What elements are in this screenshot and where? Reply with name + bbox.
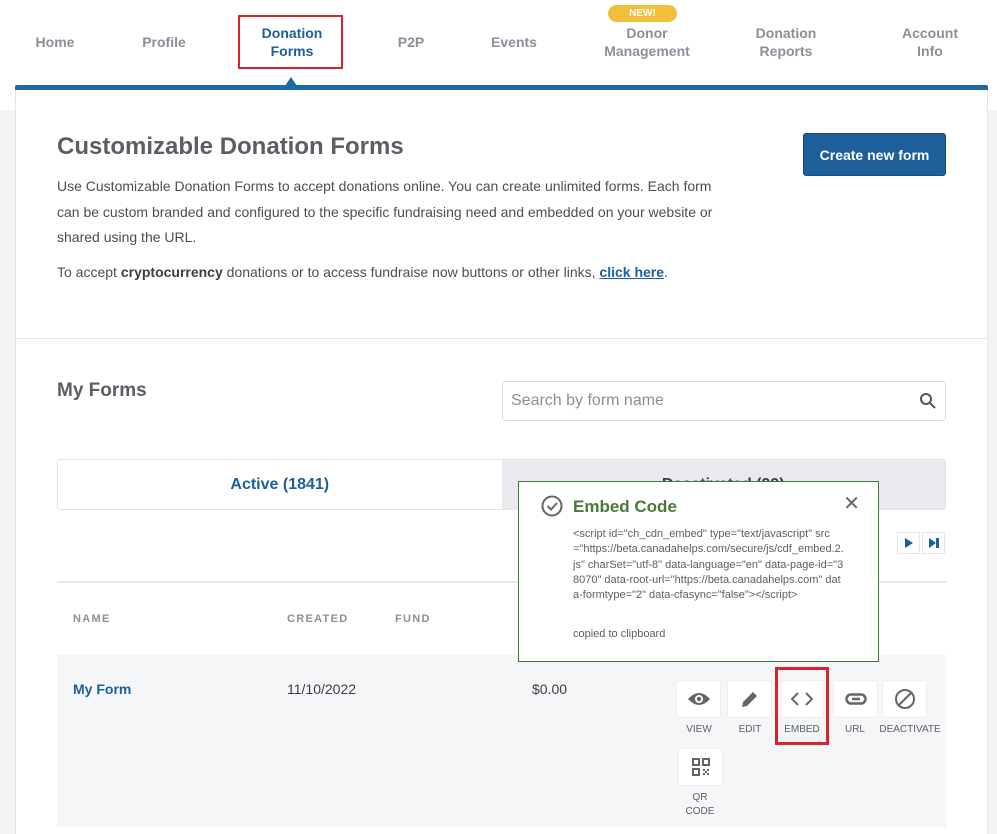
- search-input[interactable]: [511, 392, 919, 410]
- highlight-box: [238, 15, 343, 69]
- link-icon: [844, 693, 867, 705]
- page-title: Customizable Donation Forms: [57, 133, 404, 160]
- my-forms-heading: My Forms: [57, 380, 147, 401]
- crypto-bold: cryptocurrency: [120, 264, 223, 280]
- pencil-icon: [741, 692, 757, 707]
- column-header-name: NAME: [73, 613, 111, 625]
- qr-code-button[interactable]: [678, 748, 723, 786]
- popup-title: Embed Code: [573, 497, 677, 516]
- deactivate-label: DEACTIVATE: [879, 724, 941, 735]
- nav-home[interactable]: Home: [36, 33, 75, 51]
- copied-status: copied to clipboard: [573, 628, 666, 640]
- click-here-link[interactable]: click here: [599, 264, 664, 280]
- create-new-form-button[interactable]: Create new form: [803, 133, 946, 176]
- qr-code-icon: [691, 758, 710, 776]
- crypto-text: To accept: [57, 264, 121, 280]
- crypto-text: .: [664, 264, 668, 280]
- skip-end-icon: [928, 538, 939, 548]
- deactivate-button[interactable]: [882, 680, 927, 718]
- nav-donor-management[interactable]: Donor Management: [604, 24, 690, 60]
- view-label: VIEW: [686, 724, 712, 735]
- embed-code-popup: Embed Code ✕ <script id="ch_cdn_embed" t…: [518, 481, 879, 662]
- edit-label: EDIT: [738, 724, 762, 735]
- nav-donation-reports[interactable]: Donation Reports: [756, 24, 817, 60]
- nav-p2p[interactable]: P2P: [398, 33, 424, 51]
- view-button[interactable]: [676, 680, 721, 718]
- crypto-note: To accept cryptocurrency donations or to…: [57, 264, 668, 280]
- close-icon[interactable]: ✕: [843, 494, 860, 514]
- highlight-box: [775, 667, 829, 745]
- last-page-button[interactable]: [922, 532, 945, 554]
- nav-profile[interactable]: Profile: [142, 33, 186, 51]
- ban-icon: [894, 689, 915, 709]
- nav-events[interactable]: Events: [491, 33, 537, 51]
- embed-code-text[interactable]: <script id="ch_cdn_embed" type="text/jav…: [573, 527, 845, 603]
- check-circle-icon: [541, 495, 563, 517]
- url-label: URL: [844, 724, 866, 735]
- search-icon[interactable]: [919, 392, 937, 410]
- form-name-link[interactable]: My Form: [73, 681, 131, 697]
- column-header-fund: FUND: [395, 613, 431, 625]
- search-box: [502, 381, 946, 421]
- page-description: Use Customizable Donation Forms to accep…: [57, 178, 713, 245]
- eye-icon: [687, 693, 710, 705]
- form-amount: $0.00: [532, 681, 568, 697]
- next-page-button[interactable]: [897, 532, 920, 554]
- nav-account-info[interactable]: Account Info: [902, 24, 958, 60]
- new-badge: NEW!: [608, 5, 677, 22]
- play-icon: [904, 538, 913, 548]
- url-button[interactable]: [833, 680, 878, 718]
- column-header-created: CREATED: [287, 613, 349, 625]
- form-created: 11/10/2022: [287, 681, 357, 697]
- qr-code-label: QR CODE: [685, 792, 715, 817]
- crypto-text: donations or to access fundraise now but…: [222, 264, 600, 280]
- edit-button[interactable]: [727, 680, 772, 718]
- tab-active[interactable]: Active (1841): [58, 460, 502, 509]
- divider: [16, 338, 987, 339]
